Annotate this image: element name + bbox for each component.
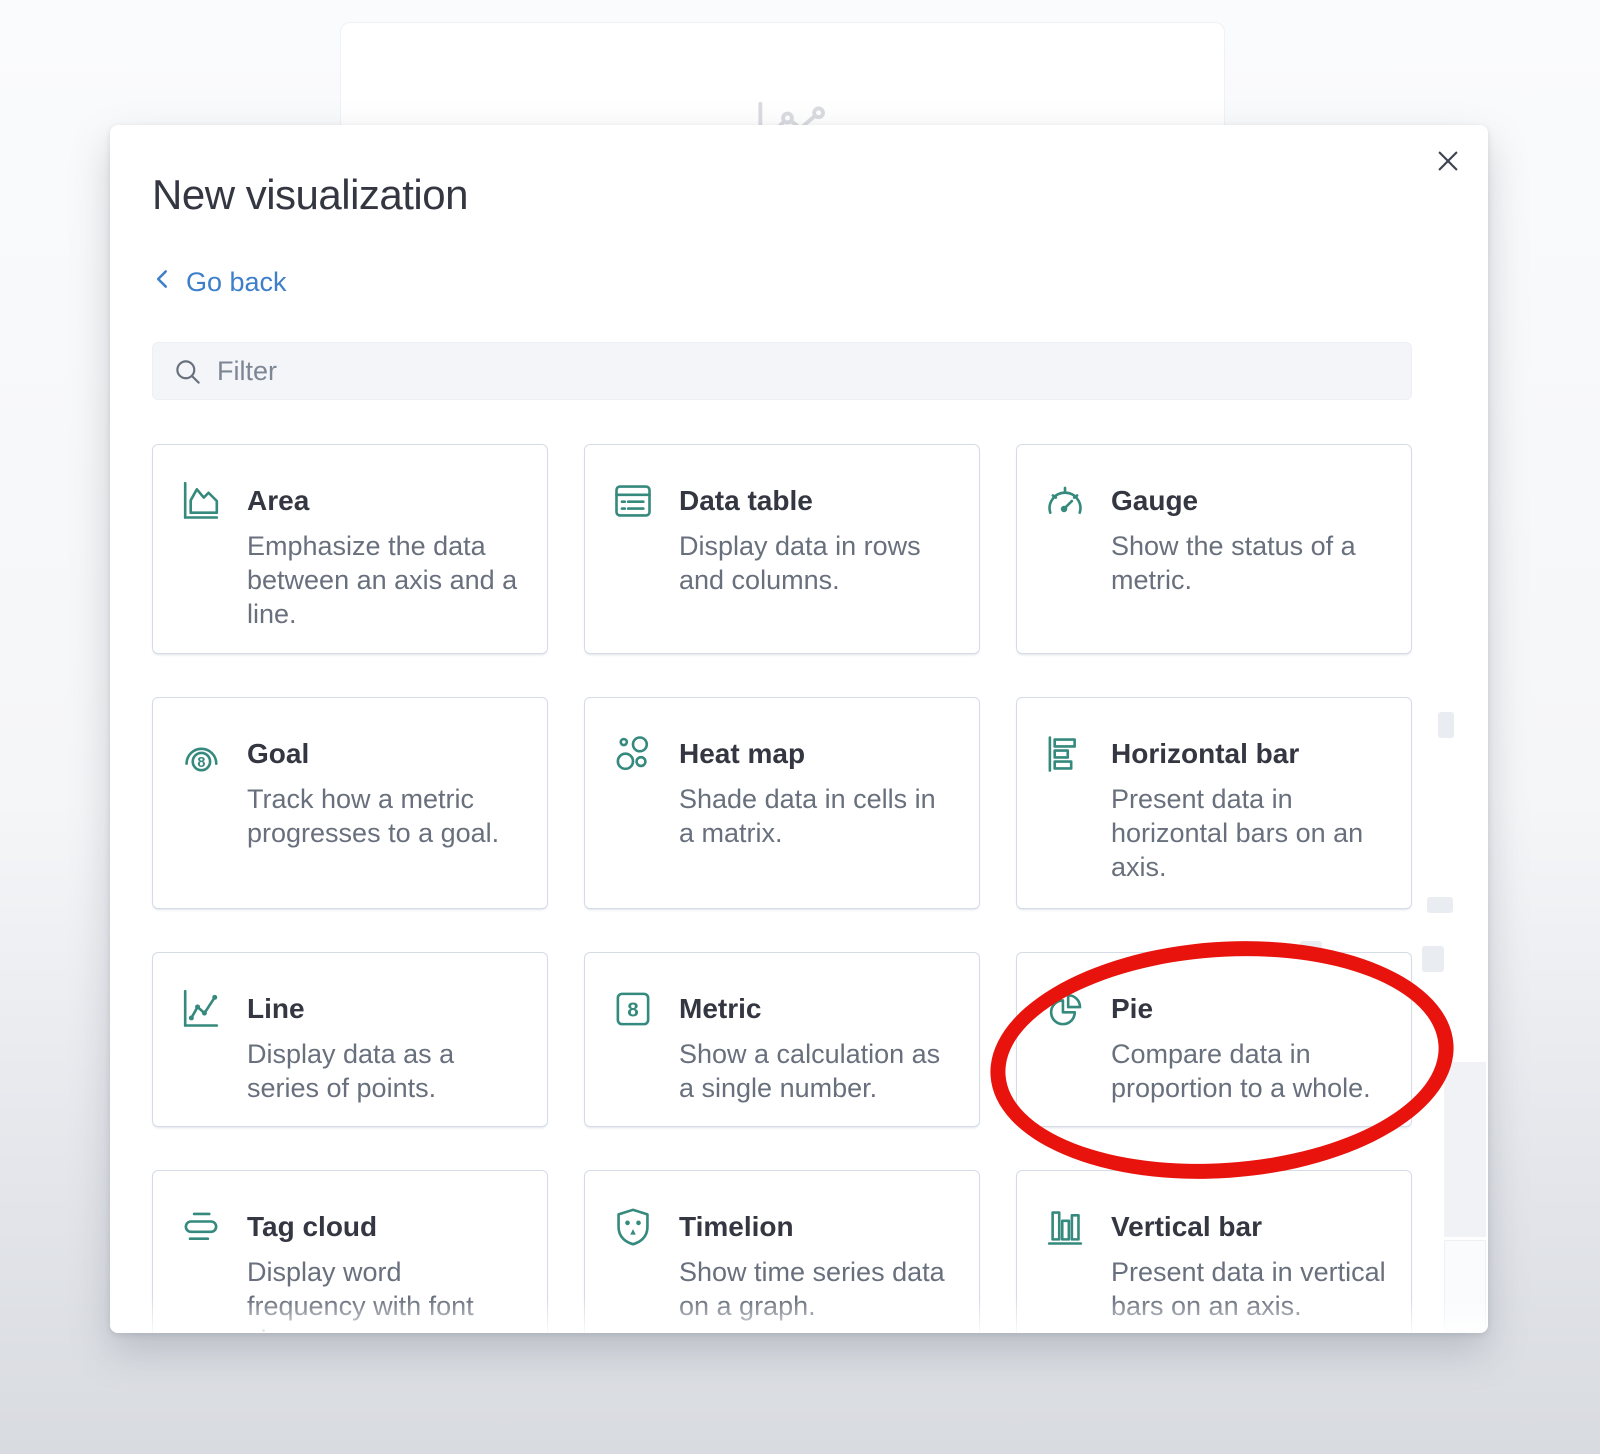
visualization-card-gauge[interactable]: Gauge Show the status of a metric. <box>1016 444 1412 654</box>
visualization-card-heat-map[interactable]: Heat map Shade data in cells in a matrix… <box>584 697 980 909</box>
visualization-card-timelion[interactable]: Timelion Show time series data on a grap… <box>584 1170 980 1333</box>
visualization-card-data-table[interactable]: Data table Display data in rows and colu… <box>584 444 980 654</box>
visualization-card-tag-cloud[interactable]: Tag cloud Display word frequency with fo… <box>152 1170 548 1333</box>
card-title: Gauge <box>1111 481 1389 521</box>
card-description: Present data in horizontal bars on an ax… <box>1111 782 1389 884</box>
heat-map-icon <box>611 732 655 776</box>
card-title: Goal <box>247 734 525 774</box>
background-artifact <box>1444 1240 1486 1332</box>
visualization-type-grid: Area Emphasize the data between an axis … <box>152 444 1412 1333</box>
new-visualization-modal: New visualization Go back Area Emphasize… <box>110 125 1488 1333</box>
gauge-icon <box>1043 479 1087 523</box>
card-title: Metric <box>679 989 957 1029</box>
card-title: Timelion <box>679 1207 957 1247</box>
visualization-card-line[interactable]: Line Display data as a series of points. <box>152 952 548 1127</box>
visualization-card-area[interactable]: Area Emphasize the data between an axis … <box>152 444 548 654</box>
card-title: Data table <box>679 481 957 521</box>
tag-cloud-icon <box>179 1205 223 1249</box>
background-artifact <box>1422 946 1444 972</box>
card-description: Track how a metric progresses to a goal. <box>247 782 525 850</box>
card-description: Compare data in proportion to a whole. <box>1111 1037 1389 1105</box>
card-description: Show the status of a metric. <box>1111 529 1389 597</box>
page-title: New visualization <box>152 171 1446 219</box>
metric-icon: 8 <box>611 987 655 1031</box>
line-chart-icon <box>179 987 223 1031</box>
card-title: Area <box>247 481 525 521</box>
background-artifact <box>1300 941 1322 959</box>
pie-chart-icon <box>1043 987 1087 1031</box>
card-title: Line <box>247 989 525 1029</box>
visualization-card-horizontal-bar[interactable]: Horizontal bar Present data in horizonta… <box>1016 697 1412 909</box>
go-back-label: Go back <box>186 267 287 298</box>
card-description: Show time series data on a graph. <box>679 1255 957 1323</box>
card-description: Display data in rows and columns. <box>679 529 957 597</box>
chevron-left-icon <box>152 266 174 299</box>
card-title: Vertical bar <box>1111 1207 1389 1247</box>
search-icon <box>174 358 201 390</box>
visualization-card-pie[interactable]: Pie Compare data in proportion to a whol… <box>1016 952 1412 1127</box>
filter-input[interactable] <box>152 342 1412 400</box>
go-back-link[interactable]: Go back <box>152 266 287 299</box>
visualization-card-goal[interactable]: 8 Goal Track how a metric progresses to … <box>152 697 548 909</box>
card-description: Show a calculation as a single number. <box>679 1037 957 1105</box>
card-description: Emphasize the data between an axis and a… <box>247 529 525 631</box>
horizontal-bar-icon <box>1043 732 1087 776</box>
timelion-icon <box>611 1205 655 1249</box>
close-icon[interactable] <box>1428 141 1468 181</box>
background-artifact <box>1438 712 1454 738</box>
card-description: Display word frequency with font size. <box>247 1255 525 1333</box>
card-description: Present data in vertical bars on an axis… <box>1111 1255 1389 1323</box>
data-table-icon <box>611 479 655 523</box>
goal-icon: 8 <box>179 732 223 776</box>
card-description: Display data as a series of points. <box>247 1037 525 1105</box>
background-artifact <box>1427 897 1453 913</box>
card-title: Heat map <box>679 734 957 774</box>
card-title: Pie <box>1111 989 1389 1029</box>
vertical-bar-icon <box>1043 1205 1087 1249</box>
visualization-card-metric[interactable]: 8 Metric Show a calculation as a single … <box>584 952 980 1127</box>
card-title: Horizontal bar <box>1111 734 1389 774</box>
background-artifact <box>1444 1062 1486 1237</box>
card-title: Tag cloud <box>247 1207 525 1247</box>
svg-text:8: 8 <box>627 999 638 1022</box>
area-chart-icon <box>179 479 223 523</box>
card-description: Shade data in cells in a matrix. <box>679 782 957 850</box>
visualization-card-vertical-bar[interactable]: Vertical bar Present data in vertical ba… <box>1016 1170 1412 1333</box>
svg-text:8: 8 <box>197 755 205 771</box>
